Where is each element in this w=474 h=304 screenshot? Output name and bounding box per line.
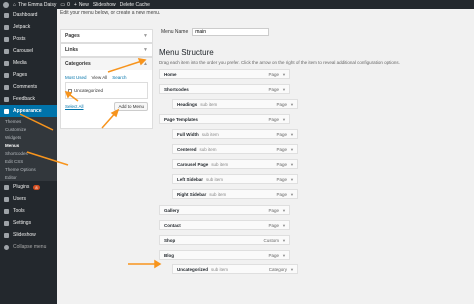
annotation-arrow-appearance (19, 113, 54, 131)
annotation-arrow-menus (26, 151, 69, 166)
annotation-arrows (19, 58, 162, 269)
